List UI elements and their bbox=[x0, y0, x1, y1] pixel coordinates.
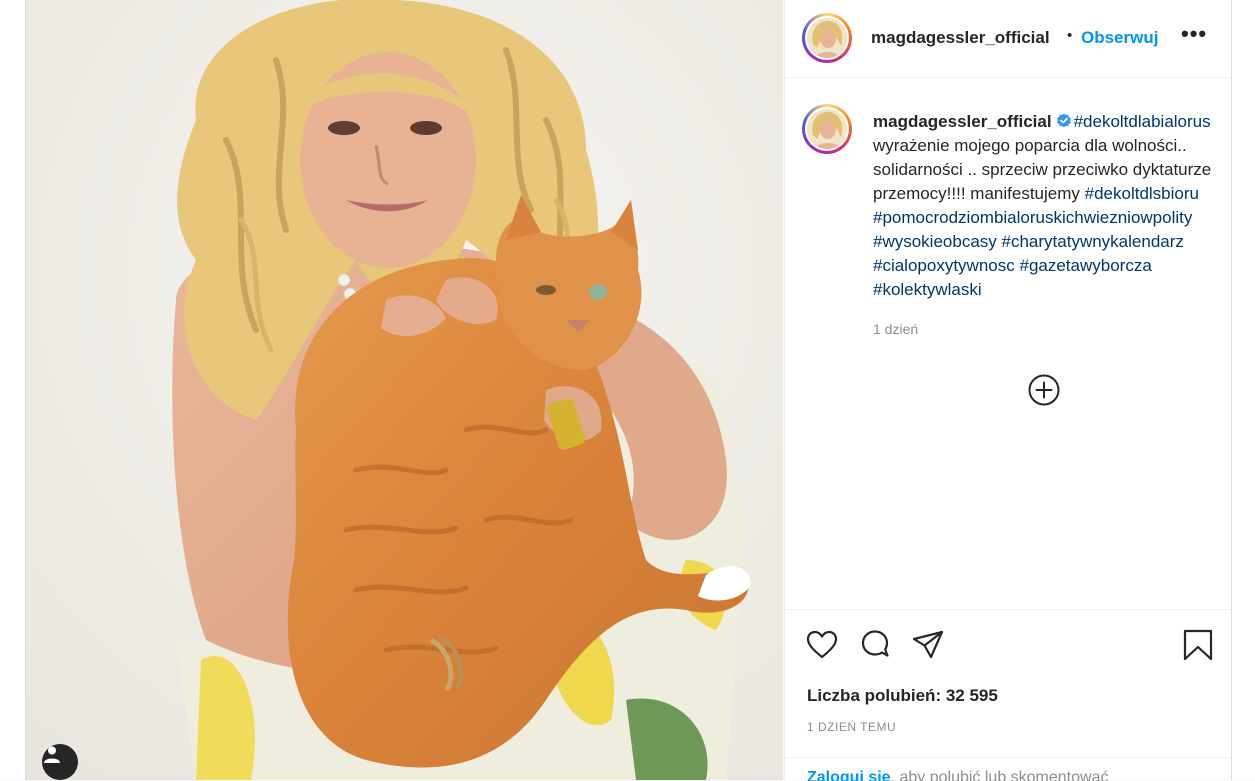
send-icon[interactable] bbox=[911, 628, 945, 662]
hashtag-link[interactable]: #kolektywlaski bbox=[873, 280, 982, 299]
avatar[interactable] bbox=[802, 13, 852, 63]
user-icon bbox=[44, 746, 60, 763]
page-margin-left bbox=[0, 0, 26, 780]
caption-line: solidarności .. sprzeciw przeciwko dykta… bbox=[873, 158, 1231, 182]
header-username[interactable]: magdagessler_official bbox=[871, 28, 1050, 48]
plus-circle-icon[interactable] bbox=[1027, 373, 1061, 407]
post-timestamp[interactable]: 1 DZIEŃ TEMU bbox=[807, 720, 896, 734]
header-separator: • bbox=[1067, 27, 1073, 44]
caption-line: #pomocrodziombialoruskichwiezniowpolity bbox=[873, 206, 1231, 230]
caption-avatar-image bbox=[807, 109, 847, 149]
more-options-button[interactable]: ••• bbox=[1181, 23, 1207, 45]
hashtag-link[interactable]: #wysokieobcasy bbox=[873, 232, 997, 251]
post-header: magdagessler_official • Obserwuj ••• bbox=[785, 0, 1231, 78]
post-photo-illustration bbox=[26, 0, 783, 780]
caption-area: magdagessler_official #dekoltdlabialorus… bbox=[785, 78, 1231, 608]
verified-badge-icon bbox=[1056, 113, 1071, 128]
login-prompt: Zaloguj się, aby polubić lub skomentować bbox=[785, 757, 1231, 781]
hashtag-link[interactable]: #dekoltdlsbioru bbox=[1085, 184, 1199, 203]
avatar-image bbox=[807, 18, 847, 58]
hashtag-link[interactable]: #cialopoxytywnosc bbox=[873, 256, 1015, 275]
caption-timestamp[interactable]: 1 dzień bbox=[873, 321, 918, 337]
caption-line-text: przemocy!!!! manifestujemy bbox=[873, 184, 1085, 203]
page-margin-right bbox=[1231, 0, 1255, 780]
hashtag-link[interactable]: #gazetawyborcza bbox=[1019, 256, 1151, 275]
bookmark-icon[interactable] bbox=[1181, 628, 1215, 662]
caption-line-text: solidarności .. sprzeciw przeciwko dykta… bbox=[873, 160, 1212, 179]
post-side-panel: magdagessler_official • Obserwuj ••• mag… bbox=[784, 0, 1231, 781]
hashtag-link[interactable]: #pomocrodziombialoruskichwiezniowpolity bbox=[873, 208, 1192, 227]
likes-count[interactable]: Liczba polubień: 32 595 bbox=[807, 686, 998, 706]
caption-line: wyrażenie mojego poparcia dla wolności.. bbox=[873, 134, 1231, 158]
hashtag-link[interactable]: #dekoltdlabialorus bbox=[1074, 112, 1211, 131]
comment-icon[interactable] bbox=[858, 628, 892, 662]
login-link[interactable]: Zaloguj się bbox=[807, 769, 891, 781]
caption-username[interactable]: magdagessler_official bbox=[873, 112, 1052, 131]
caption-line: #kolektywlaski bbox=[873, 278, 1231, 302]
heart-icon[interactable] bbox=[805, 628, 839, 662]
follow-button[interactable]: Obserwuj bbox=[1081, 28, 1158, 48]
login-prompt-text: , aby polubić lub skomentować bbox=[890, 769, 1109, 781]
hashtag-link[interactable]: #charytatywnykalendarz bbox=[1002, 232, 1184, 251]
caption-text: magdagessler_official #dekoltdlabialorus… bbox=[873, 110, 1231, 302]
caption-line-text: wyrażenie mojego poparcia dla wolności.. bbox=[873, 136, 1187, 155]
tagged-user-button[interactable] bbox=[42, 744, 78, 780]
post-photo[interactable] bbox=[26, 0, 783, 780]
caption-avatar[interactable] bbox=[802, 104, 852, 154]
caption-line: #wysokieobcasy #charytatywnykalendarz bbox=[873, 230, 1231, 254]
caption-line: #cialopoxytywnosc #gazetawyborcza bbox=[873, 254, 1231, 278]
caption-line: przemocy!!!! manifestujemy #dekoltdlsbio… bbox=[873, 182, 1231, 206]
post-actions-bar bbox=[785, 609, 1231, 680]
